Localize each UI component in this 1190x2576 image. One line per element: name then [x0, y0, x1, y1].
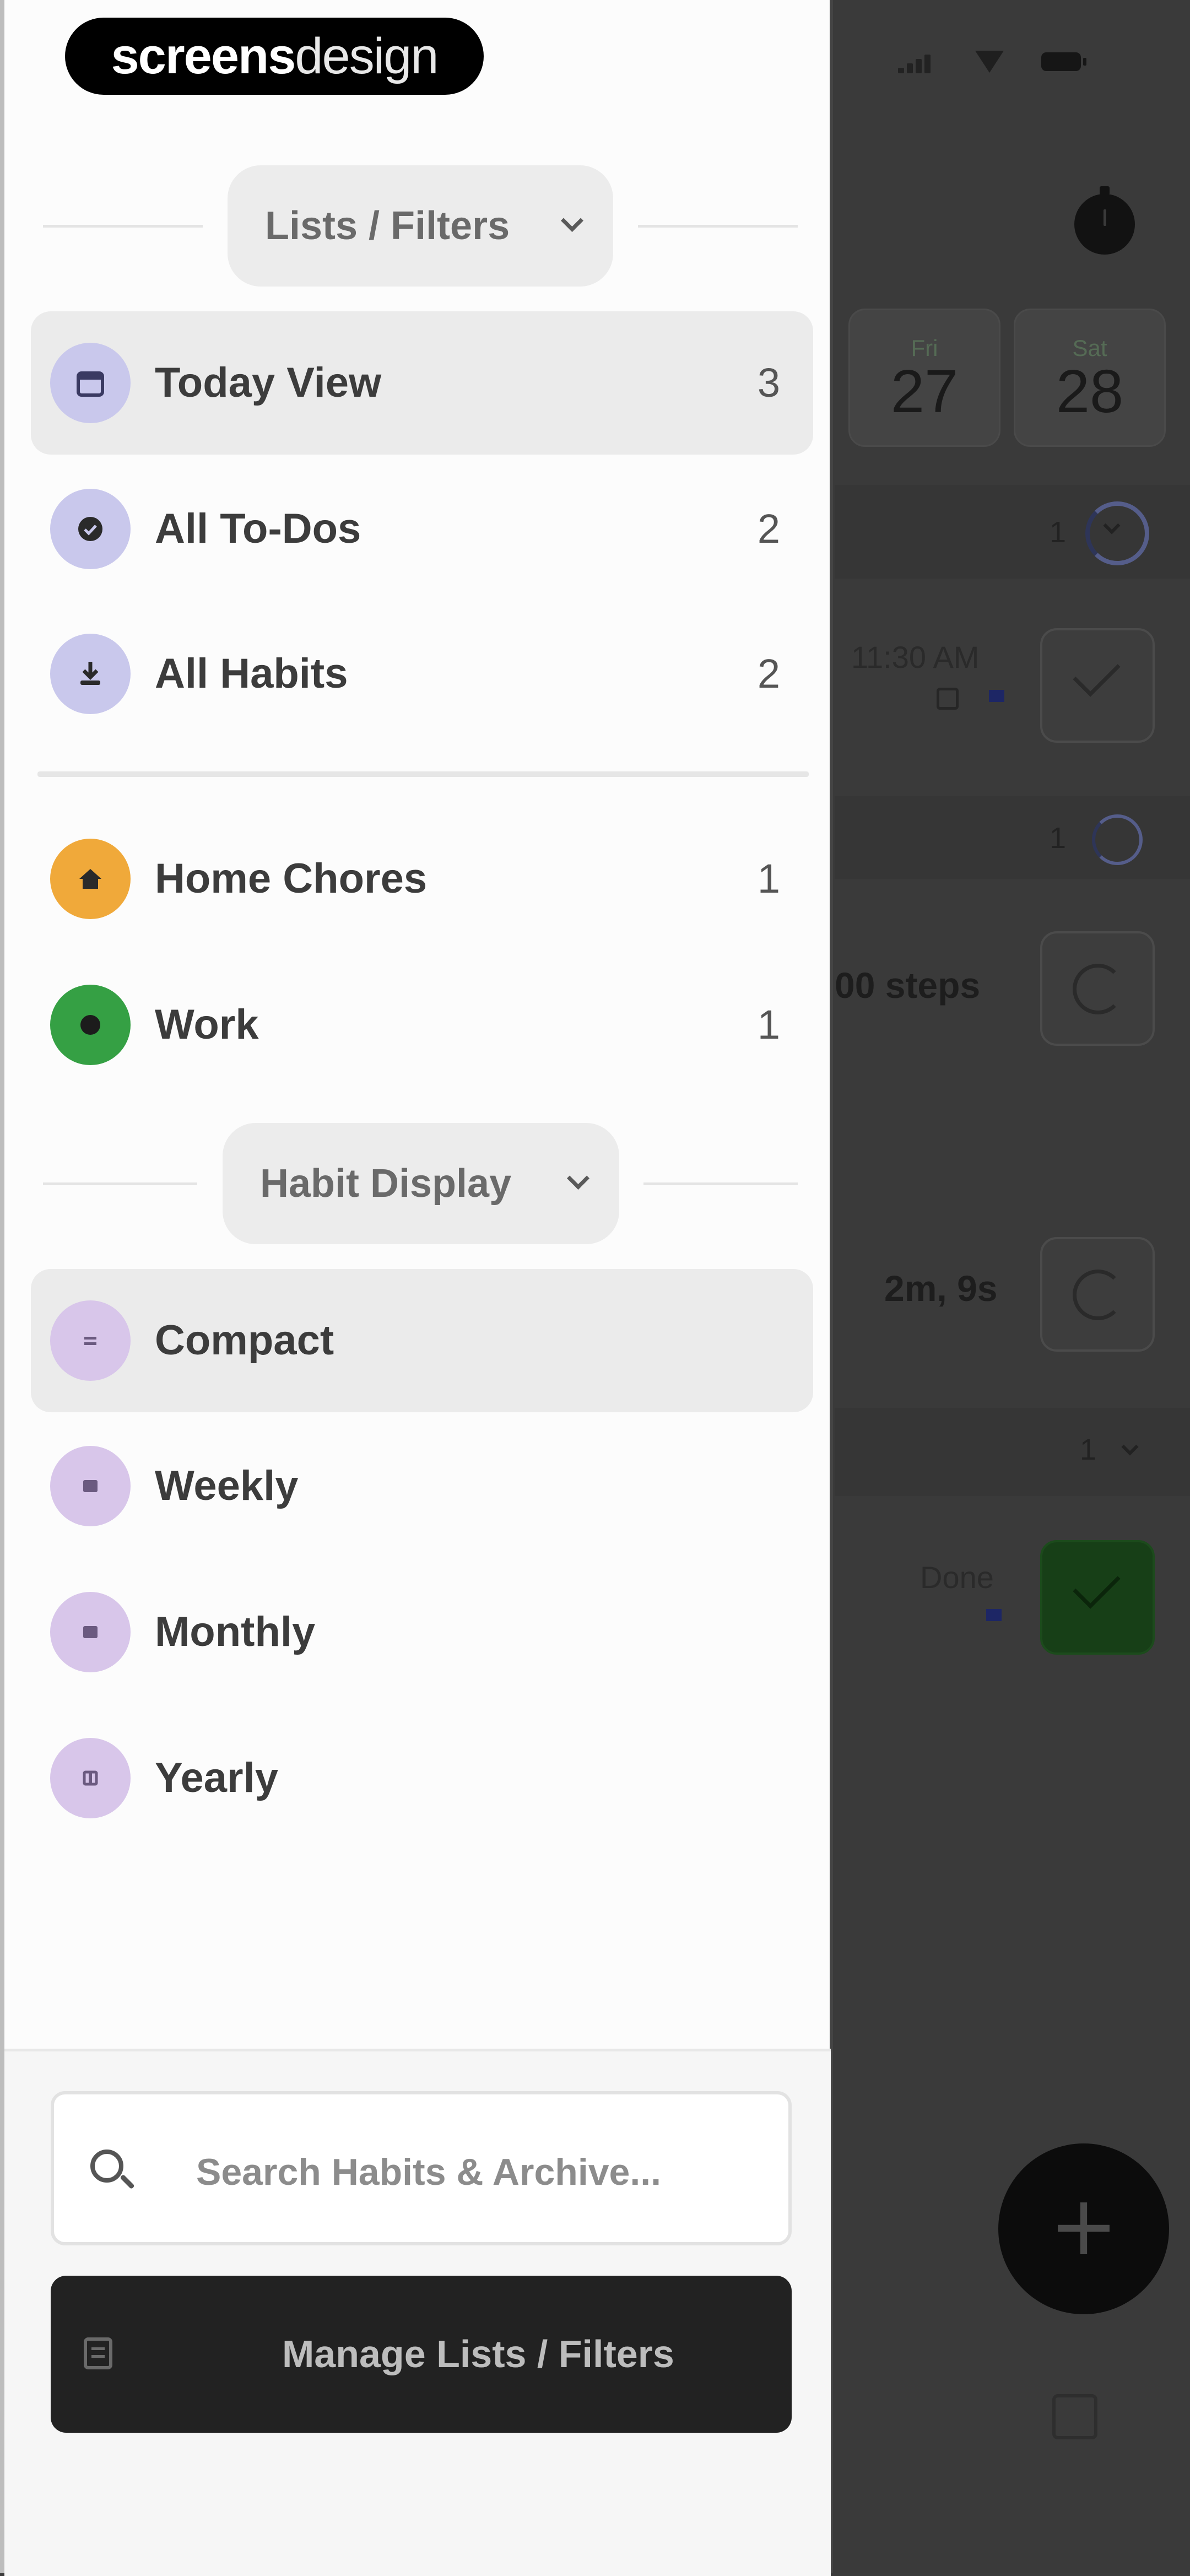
divider: [643, 1182, 798, 1185]
day-card: Fri 27: [848, 309, 1000, 447]
repeat-button: [1040, 1237, 1155, 1352]
item-time: 11:30 AM: [851, 640, 980, 674]
divider: [43, 1182, 197, 1185]
item-progress: 00 steps: [835, 965, 981, 1006]
display-option-monthly[interactable]: Monthly: [31, 1560, 813, 1704]
section-header: [835, 1408, 1190, 1496]
divider: [638, 225, 798, 228]
calendar-icon: [50, 343, 131, 423]
display-option-compact[interactable]: Compact: [31, 1269, 813, 1412]
calendar-mini-icon: [937, 688, 959, 710]
search-input[interactable]: [195, 2127, 759, 2217]
done-button: [1040, 1540, 1155, 1655]
list-count: 1: [757, 856, 780, 901]
progress-ring: [1085, 501, 1149, 565]
habit-display-dropdown[interactable]: Habit Display: [223, 1123, 619, 1244]
briefcase-icon: [50, 985, 131, 1065]
complete-button: [1040, 628, 1155, 743]
progress-ring: [1092, 814, 1143, 865]
list-count: 2: [757, 506, 780, 552]
section-count: 1: [1050, 822, 1067, 855]
list-count: 1: [757, 1002, 780, 1047]
divider: [37, 771, 809, 777]
habit-icon: [50, 634, 131, 714]
list-label: Home Chores: [155, 855, 428, 902]
flag-icon: [986, 1609, 1002, 1621]
list-label: Work: [155, 1001, 259, 1048]
battery-icon: [1041, 52, 1086, 71]
list-item-all-habits[interactable]: All Habits 2: [31, 602, 813, 746]
dropdown-label: Habit Display: [260, 1162, 512, 1206]
list-label: All Habits: [155, 650, 348, 697]
day-number: 28: [1056, 358, 1124, 425]
list-label: Today View: [155, 359, 382, 406]
lists-filters-dropdown[interactable]: Lists / Filters: [228, 165, 613, 287]
list-item-all-todos[interactable]: All To-Dos 2: [31, 457, 813, 601]
side-drawer: screensdesign Lists / Filters Today View…: [0, 0, 833, 2576]
repeat-button: [1040, 931, 1155, 1046]
display-option-yearly[interactable]: Yearly: [31, 1706, 813, 1850]
compact-view-icon: [50, 1300, 131, 1381]
day-number: 27: [890, 358, 959, 425]
signal-icon: [898, 52, 931, 73]
plus-icon: +: [1049, 2178, 1118, 2274]
add-fab-button: +: [998, 2143, 1169, 2314]
habit-display-section-header: Habit Display: [4, 1123, 831, 1244]
list-item-work[interactable]: Work 1: [31, 953, 813, 1097]
manage-lists-button[interactable]: Manage Lists / Filters: [51, 2276, 792, 2433]
option-label: Yearly: [155, 1754, 278, 1801]
chevron-down-icon: [560, 209, 584, 233]
monthly-view-icon: [50, 1592, 131, 1672]
logo: screensdesign: [65, 18, 484, 95]
item-duration: 2m, 9s: [884, 1268, 998, 1309]
tab-icon: [1052, 2394, 1097, 2439]
divider: [43, 225, 203, 228]
section-count: 1: [1080, 1433, 1097, 1466]
search-field[interactable]: [51, 2091, 792, 2245]
manage-button-label: Manage Lists / Filters: [282, 2332, 674, 2375]
weekly-view-icon: [50, 1446, 131, 1526]
day-card: Sat 28: [1014, 309, 1166, 447]
house-icon: [50, 839, 131, 919]
search-icon: [90, 2150, 123, 2183]
check-circle-icon: [50, 489, 131, 569]
list-label: All To-Dos: [155, 505, 361, 552]
timer-icon: [1074, 186, 1135, 255]
list-item-home-chores[interactable]: Home Chores 1: [31, 807, 813, 951]
display-option-weekly[interactable]: Weekly: [31, 1414, 813, 1558]
option-label: Compact: [155, 1317, 334, 1364]
option-label: Monthly: [155, 1608, 316, 1655]
option-label: Weekly: [155, 1462, 299, 1509]
flag-icon: [989, 690, 1004, 702]
list-count: 3: [757, 360, 780, 406]
chevron-down-icon: [566, 1167, 590, 1190]
manage-list-icon: [84, 2337, 112, 2369]
wifi-icon: [975, 51, 1004, 73]
list-item-today-view[interactable]: Today View 3: [31, 311, 813, 455]
list-count: 2: [757, 651, 780, 696]
lists-section-header: Lists / Filters: [4, 165, 831, 287]
item-status: Done: [920, 1560, 994, 1595]
dropdown-label: Lists / Filters: [265, 204, 510, 248]
section-count: 1: [1050, 516, 1067, 549]
yearly-view-icon: [50, 1738, 131, 1818]
